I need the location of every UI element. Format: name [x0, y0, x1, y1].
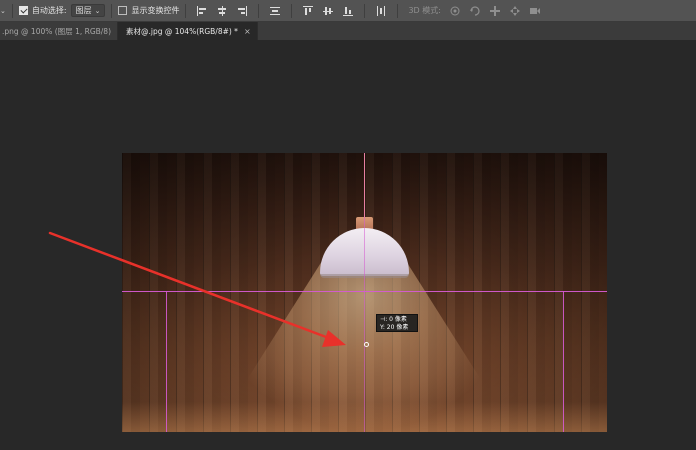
tooltip-x-offset: ⊣: 0 像素 [380, 316, 407, 323]
close-icon[interactable]: × [244, 27, 251, 36]
document-canvas[interactable] [122, 153, 607, 432]
tool-preset-chevron-icon[interactable]: ⌄ [0, 7, 6, 15]
distribute-vertical-icon[interactable] [375, 5, 387, 17]
photoshop-window: ⌄ 自动选择: 图层 ⌄ 显示变换控件 3D 模式: .png @ 100% (… [0, 0, 696, 450]
distribute-icon[interactable] [269, 5, 281, 17]
align-left-icon[interactable] [196, 5, 208, 17]
checkbox-checked-icon[interactable] [18, 6, 28, 15]
auto-select-checkbox[interactable]: 自动选择: [18, 5, 67, 16]
smart-guide-horizontal [122, 291, 607, 292]
align-top-icon[interactable] [302, 5, 314, 17]
3d-mode-label: 3D 模式: [408, 6, 441, 15]
auto-select-label: 自动选择: [31, 6, 67, 15]
orbit-3d-icon[interactable] [449, 5, 461, 17]
document-tab-bar: .png @ 100% (图层 1, RGB/8) 素材@.jpg @ 104%… [0, 22, 696, 40]
tab-label: .png @ 100% (图层 1, RGB/8) [2, 26, 111, 36]
show-transform-checkbox[interactable]: 显示变换控件 [118, 5, 179, 16]
align-center-icon[interactable] [216, 5, 228, 17]
align-right-icon[interactable] [236, 5, 248, 17]
align-bottom-icon[interactable] [342, 5, 354, 17]
divider [111, 3, 113, 18]
options-bar: ⌄ 自动选择: 图层 ⌄ 显示变换控件 3D 模式: [0, 0, 696, 22]
tab-label: 素材@.jpg @ 104%(RGB/8#) * [126, 26, 238, 36]
smart-guide-vertical-center [364, 153, 365, 432]
divider [258, 3, 260, 18]
divider [185, 3, 187, 18]
tab-png-document[interactable]: .png @ 100% (图层 1, RGB/8) [0, 22, 118, 40]
show-transform-label: 显示变换控件 [131, 6, 180, 15]
smart-guide-vertical-right [563, 291, 564, 432]
measurement-tooltip: ⊣: 0 像素 Y: 20 像素 [376, 314, 418, 332]
video-3d-icon[interactable] [529, 5, 541, 17]
tab-jpg-document[interactable]: 素材@.jpg @ 104%(RGB/8#) * × [118, 22, 258, 40]
auto-select-target-value: 图层 [75, 6, 92, 15]
canvas-workspace[interactable] [0, 40, 696, 450]
smart-guide-vertical-left [166, 291, 167, 432]
roll-3d-icon[interactable] [469, 5, 481, 17]
slide-3d-icon[interactable] [509, 5, 521, 17]
align-middle-icon[interactable] [322, 5, 334, 17]
move-cursor-icon [364, 342, 369, 347]
divider [11, 3, 13, 18]
divider [364, 3, 366, 18]
divider [397, 3, 399, 18]
auto-select-target-dropdown[interactable]: 图层 ⌄ [70, 4, 106, 17]
checkbox-unchecked-icon[interactable] [118, 6, 128, 15]
divider [291, 3, 293, 18]
pan-3d-icon[interactable] [489, 5, 501, 17]
chevron-down-icon: ⌄ [94, 6, 101, 15]
tooltip-y-offset: Y: 20 像素 [380, 323, 409, 331]
